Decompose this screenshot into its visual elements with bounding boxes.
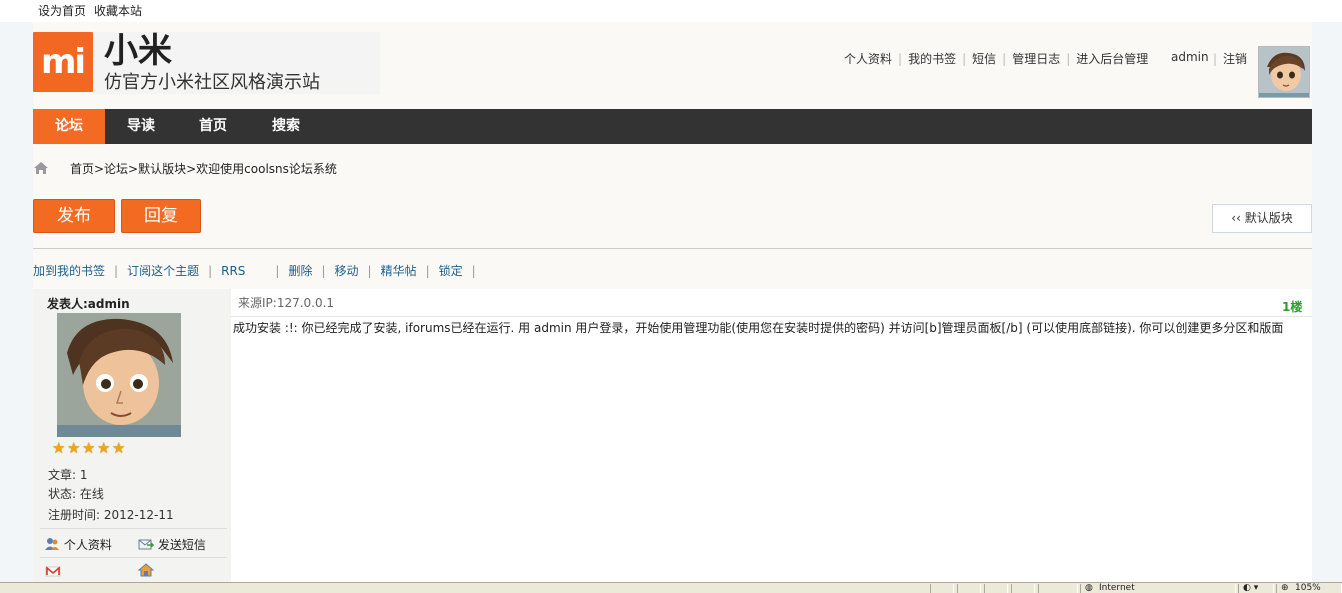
security-zone[interactable]: ◍ Internet — [1080, 583, 1236, 593]
star-icon: ★ — [67, 439, 81, 457]
post-floor-number[interactable]: 1楼 — [1282, 298, 1302, 315]
action-rss[interactable]: RRS — [221, 264, 245, 278]
thread-actions: 加到我的书签 | 订阅这个主题 | RRS | 删除 | 移动 | 精华帖 | 锁定 | — [33, 264, 476, 278]
tab-forum[interactable]: 论坛 — [33, 109, 105, 144]
divider — [40, 557, 227, 558]
bookmark-site-link[interactable]: 收藏本站 — [94, 2, 142, 19]
poster-articles: 文章: 1 — [48, 468, 88, 482]
action-feature[interactable]: 精华帖 — [381, 264, 417, 278]
status-cell — [957, 584, 981, 593]
poster-status: 状态: 在线 — [48, 487, 104, 501]
set-home-link[interactable]: 设为首页 — [38, 2, 86, 19]
status-cell — [984, 584, 1008, 593]
post-source-ip: 来源IP:127.0.0.1 — [238, 296, 335, 310]
poster-registered: 注册时间: 2012-12-11 — [48, 508, 174, 522]
action-add-bookmark[interactable]: 加到我的书签 — [33, 264, 105, 278]
messages-link[interactable]: 短信 — [972, 52, 996, 66]
action-lock[interactable]: 锁定 — [439, 264, 463, 278]
browser-status-bar: ◍ Internet ◐ ▾ ⊕ 105% — [0, 582, 1342, 593]
protected-mode-toggle[interactable]: ◐ ▾ — [1238, 583, 1274, 593]
send-mail-icon — [138, 539, 155, 550]
star-icon: ★ — [82, 439, 96, 457]
divider — [231, 316, 1312, 317]
my-bookmarks-link[interactable]: 我的书签 — [908, 52, 956, 66]
homepage-icon[interactable] — [137, 563, 155, 580]
send-message-link[interactable]: 发送短信 — [138, 536, 206, 553]
shield-icon: ◐ ▾ — [1243, 583, 1259, 593]
poster-name: 发表人:admin — [47, 297, 130, 311]
username-link[interactable]: admin — [1171, 50, 1209, 66]
back-to-board-button[interactable]: ‹‹ 默认版块 — [1212, 204, 1312, 233]
action-move[interactable]: 移动 — [335, 264, 359, 278]
breadcrumb[interactable]: 首页>论坛>默认版块>欢迎使用coolsns论坛系统 — [70, 160, 337, 180]
users-icon — [45, 538, 59, 550]
divider — [40, 528, 227, 529]
backend-link[interactable]: 进入后台管理 — [1076, 52, 1148, 66]
site-logo-title: 小米 — [104, 31, 172, 71]
tab-search[interactable]: 搜索 — [249, 109, 323, 144]
status-cell — [930, 584, 954, 593]
user-nav: 个人资料 | 我的书签 | 短信 | 管理日志 | 进入后台管理 — [844, 52, 1149, 66]
star-icon: ★ — [52, 439, 66, 457]
user-avatar[interactable] — [1258, 46, 1310, 98]
star-icon: ★ — [97, 439, 111, 457]
email-icon[interactable] — [45, 564, 61, 581]
star-icon: ★ — [112, 439, 126, 457]
zoom-icon: ⊕ — [1281, 583, 1289, 593]
action-subscribe[interactable]: 订阅这个主题 — [127, 264, 199, 278]
reply-button[interactable]: 回复 — [121, 199, 201, 233]
site-subtitle: 仿官方小米社区风格演示站 — [104, 72, 320, 93]
home-icon[interactable] — [33, 161, 49, 175]
mi-logo-icon[interactable]: mi — [33, 32, 93, 92]
status-cell — [1038, 584, 1078, 593]
profile-link[interactable]: 个人资料 — [844, 52, 892, 66]
rating-stars: ★ ★ ★ ★ ★ — [52, 441, 127, 457]
poster-profile-link[interactable]: 个人资料 — [44, 536, 112, 553]
top-bar: 设为首页 收藏本站 — [0, 0, 1342, 22]
status-cell — [1011, 584, 1035, 593]
action-delete[interactable]: 删除 — [288, 264, 312, 278]
logout-group: | 注销 — [1213, 52, 1248, 66]
zoom-control[interactable]: ⊕ 105% — [1276, 583, 1342, 593]
admin-log-link[interactable]: 管理日志 — [1012, 52, 1060, 66]
tab-home[interactable]: 首页 — [177, 109, 249, 144]
divider — [33, 248, 1312, 249]
publish-button[interactable]: 发布 — [33, 199, 115, 233]
globe-icon: ◍ — [1085, 583, 1093, 593]
poster-avatar[interactable] — [57, 313, 181, 437]
logout-link[interactable]: 注销 — [1223, 52, 1247, 66]
tab-guide[interactable]: 导读 — [105, 109, 177, 144]
main-nav: 论坛 导读 首页 搜索 — [33, 109, 1312, 144]
post-body: 成功安装 :!: 你已经完成了安装, iforums已经在运行. 用 admin… — [233, 321, 1284, 335]
